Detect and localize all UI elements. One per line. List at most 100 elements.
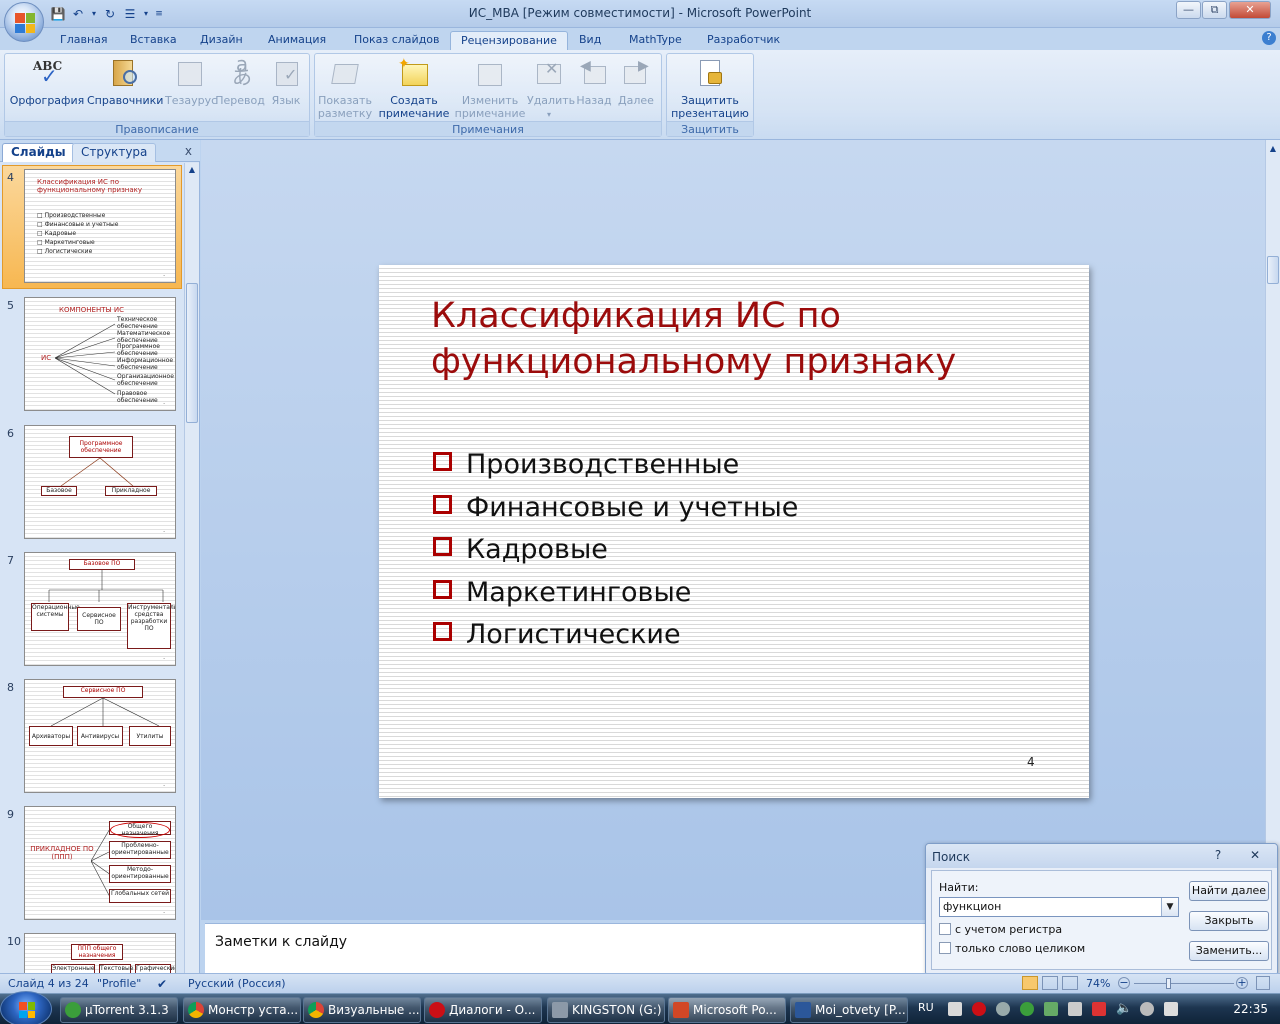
group-label-proofing: Правописание (5, 121, 309, 136)
help-button[interactable]: ? (1204, 846, 1232, 864)
spelling-button[interactable]: ABC ✓ Орфография (9, 58, 85, 108)
volume-icon[interactable]: 🔈 (1116, 1001, 1132, 1016)
find-input[interactable]: функцион (939, 897, 1179, 917)
thumb-page-number: . (163, 399, 165, 406)
tray-utorrent-icon[interactable] (1020, 1002, 1034, 1016)
scroll-up-icon[interactable]: ▲ (1268, 144, 1278, 153)
zoom-slider[interactable] (1134, 983, 1234, 984)
scroll-thumb[interactable] (186, 283, 198, 423)
tab-animation[interactable]: Анимация (258, 31, 336, 50)
tray-icon[interactable] (1164, 1002, 1178, 1016)
close-button[interactable]: Закрыть (1189, 911, 1269, 931)
previous-comment-button[interactable]: ◀ Назад (573, 58, 615, 107)
office-button[interactable] (4, 2, 44, 42)
current-slide[interactable]: Классификация ИС по функциональному приз… (379, 265, 1089, 798)
match-case-checkbox[interactable]: с учетом регистра (939, 923, 1062, 936)
taskbar-kingston-drive[interactable]: KINGSTON (G:) (547, 997, 665, 1023)
close-pane-icon[interactable]: x (185, 144, 192, 158)
whole-word-checkbox[interactable]: только слово целиком (939, 942, 1085, 955)
slide-thumbnail-6[interactable]: 6 Программное обеспечение Базовое Прикла… (0, 425, 184, 543)
tab-home[interactable]: Главная (50, 31, 118, 50)
scroll-up-icon[interactable]: ▲ (187, 165, 197, 175)
find-dropdown-icon[interactable]: ▼ (1161, 898, 1178, 916)
thumb-page-number: . (163, 781, 165, 788)
taskbar-word[interactable]: Moi_otvety [P... (790, 997, 908, 1023)
close-window-button[interactable]: ✕ (1229, 1, 1271, 19)
fit-to-window-icon[interactable] (1256, 976, 1270, 990)
slide-bullet[interactable]: Логистические (433, 619, 681, 651)
tray-icon[interactable] (996, 1002, 1010, 1016)
minimize-button[interactable]: — (1176, 1, 1201, 19)
restore-button[interactable]: ⧉ (1202, 1, 1227, 19)
slideshow-icon[interactable] (1062, 976, 1078, 990)
tray-icon[interactable] (1092, 1002, 1106, 1016)
tray-icon[interactable] (1044, 1002, 1058, 1016)
close-dialog-button[interactable]: ✕ (1238, 846, 1272, 864)
slide-thumbnail-7[interactable]: 7 Базовое ПО Операционные системы Сервис… (0, 552, 184, 670)
thesaurus-button[interactable]: Тезаурус (165, 58, 217, 107)
tray-network-icon[interactable] (1068, 1002, 1082, 1016)
delete-dropdown-icon: ▾ (546, 110, 551, 119)
protect-label-2: презентацию (671, 107, 749, 120)
tab-view[interactable]: Вид (569, 31, 611, 50)
translate-button[interactable]: aあ Перевод (215, 54, 265, 107)
slide-thumbnail-4[interactable]: 4 Классификация ИС по функциональному пр… (0, 169, 184, 287)
ribbon-tabs: Главная Вставка Дизайн Анимация Показ сл… (0, 28, 1280, 50)
normal-view-icon[interactable] (1022, 976, 1038, 990)
spellcheck-icon[interactable]: ✔ (157, 977, 167, 991)
new-comment-button[interactable]: ✦ Создать примечание (377, 57, 451, 120)
tray-icon[interactable] (948, 1002, 962, 1016)
clock[interactable]: 22:35 (1233, 1002, 1268, 1016)
zoom-out-icon[interactable]: − (1118, 977, 1130, 989)
find-dialog-titlebar[interactable]: Поиск ? ✕ (926, 844, 1277, 868)
tray-opera-icon[interactable] (972, 1002, 986, 1016)
replace-button[interactable]: Заменить... (1189, 941, 1269, 961)
taskbar-utorrent[interactable]: µTorrent 3.1.3 (60, 997, 178, 1023)
find-next-button[interactable]: Найти далее (1189, 881, 1269, 901)
slide-thumbnail-8[interactable]: 8 Сервисное ПО Архиваторы Антивирусы Ути… (0, 679, 184, 797)
language-button[interactable]: ✓ Язык (265, 58, 307, 107)
taskbar-chrome-2[interactable]: Визуальные ... (303, 997, 421, 1023)
taskbar-opera[interactable]: Диалоги - О... (424, 997, 542, 1023)
next-comment-icon: ▶ (620, 58, 652, 90)
tab-mathtype[interactable]: MathType (619, 31, 692, 50)
slide-bullet[interactable]: Производственные (433, 449, 739, 481)
start-button[interactable] (0, 991, 52, 1024)
slide-bullet[interactable]: Финансовые и учетные (433, 492, 798, 524)
zoom-in-icon[interactable]: + (1236, 977, 1248, 989)
language-status[interactable]: Русский (Россия) (188, 977, 286, 990)
tab-slideshow[interactable]: Показ слайдов (344, 31, 450, 50)
show-markup-button[interactable]: Показать разметку (317, 58, 373, 120)
scroll-thumb[interactable] (1267, 256, 1279, 284)
slide-bullet[interactable]: Маркетинговые (433, 577, 691, 609)
thumb-connector-lines (48, 570, 164, 602)
match-case-label: с учетом регистра (955, 923, 1063, 936)
tab-developer[interactable]: Разработчик (697, 31, 790, 50)
tab-insert[interactable]: Вставка (120, 31, 187, 50)
tray-icon[interactable] (1140, 1002, 1154, 1016)
slide-sorter-icon[interactable] (1042, 976, 1058, 990)
next-comment-label: Далее (618, 94, 654, 107)
help-icon[interactable]: ? (1262, 31, 1276, 45)
tab-outline[interactable]: Структура (72, 143, 157, 162)
slide-thumbnail-10[interactable]: 10 ППП общего назначения Электронные Тек… (0, 933, 184, 973)
delete-comment-label: Удалить (527, 94, 576, 107)
zoom-level[interactable]: 74% (1086, 977, 1110, 990)
slides-pane-scrollbar[interactable]: ▲ (184, 163, 199, 973)
delete-comment-button[interactable]: ✕ Удалить ▾ (527, 58, 575, 121)
edit-comment-button[interactable]: Изменить примечание (453, 58, 527, 120)
taskbar-powerpoint[interactable]: Microsoft Po... (668, 997, 786, 1023)
taskbar-chrome-1[interactable]: Монстр уста... (183, 997, 301, 1023)
tab-review[interactable]: Рецензирование (450, 31, 568, 50)
input-language[interactable]: RU (918, 1001, 934, 1014)
slide-bullet[interactable]: Кадровые (433, 534, 608, 566)
next-comment-button[interactable]: ▶ Далее (615, 58, 657, 107)
slide-title[interactable]: Классификация ИС по функциональному приз… (431, 293, 1051, 385)
tab-slides[interactable]: Слайды (2, 143, 75, 162)
notes-pane[interactable]: Заметки к слайду (205, 923, 930, 973)
tab-design[interactable]: Дизайн (190, 31, 253, 50)
research-button[interactable]: Справочники (87, 58, 163, 107)
zoom-slider-thumb[interactable] (1166, 978, 1171, 989)
slide-thumbnail-9[interactable]: 9 ПРИКЛАДНОЕ ПО (ППП) Общего назначения … (0, 806, 184, 924)
slide-thumbnail-5[interactable]: 5 КОМПОНЕНТЫ ИС ИС Техническое обеспечен… (0, 297, 184, 415)
